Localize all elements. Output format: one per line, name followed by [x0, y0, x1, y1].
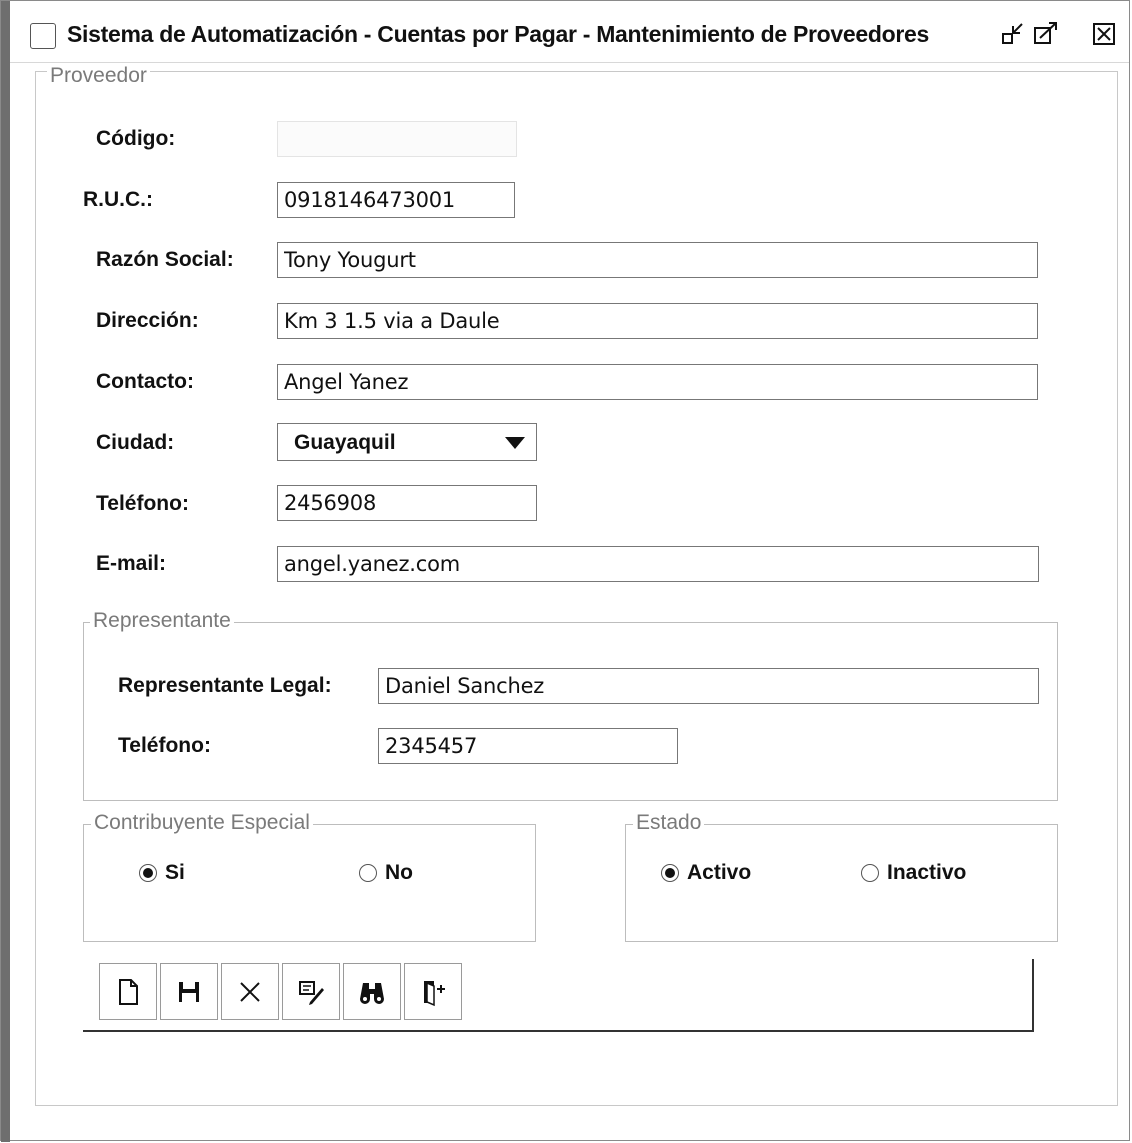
direccion-label: Dirección:	[96, 309, 199, 332]
radio-no[interactable]: No	[359, 861, 413, 885]
contacto-field[interactable]	[277, 364, 1038, 400]
radio-inactivo-label: Inactivo	[887, 861, 967, 884]
radio-activo[interactable]: Activo	[661, 861, 751, 885]
radio-activo-label: Activo	[687, 861, 752, 884]
representante-telefono-label: Teléfono:	[118, 734, 211, 757]
save-icon	[179, 981, 199, 1002]
ruc-field[interactable]	[277, 182, 515, 218]
close-icon[interactable]	[1090, 20, 1118, 48]
search-binoculars-icon	[360, 982, 384, 1004]
ciudad-selected-value: Guayaquil	[294, 431, 396, 454]
codigo-label: Código:	[96, 127, 176, 150]
window-menu-icon[interactable]	[30, 23, 56, 49]
toolbar-frame-right	[1032, 959, 1034, 1031]
save-button[interactable]	[160, 963, 218, 1020]
codigo-field[interactable]	[277, 121, 517, 157]
email-field[interactable]	[277, 546, 1039, 582]
representante-legal-label: Representante Legal:	[118, 674, 332, 697]
telefono-label: Teléfono:	[96, 492, 189, 515]
edit-icon	[299, 980, 324, 1005]
radio-si[interactable]: Si	[139, 861, 185, 885]
representante-telefono-field[interactable]	[378, 728, 678, 764]
radio-no-indicator[interactable]	[359, 864, 377, 882]
toolbar-frame-bottom	[83, 1030, 1034, 1032]
delete-button[interactable]	[221, 963, 279, 1020]
minimize-icon[interactable]	[1000, 20, 1028, 48]
razon-social-label: Razón Social:	[96, 248, 234, 271]
direccion-field[interactable]	[277, 303, 1038, 339]
exit-button[interactable]	[404, 963, 462, 1020]
email-label: E-mail:	[96, 552, 167, 575]
title-bar[interactable]: Sistema de Automatización - Cuentas por …	[10, 4, 1129, 63]
radio-inactivo-indicator[interactable]	[861, 864, 879, 882]
representante-legend: Representante	[90, 609, 234, 633]
proveedor-panel	[35, 71, 1118, 1106]
razon-social-field[interactable]	[277, 242, 1038, 278]
radio-si-label: Si	[165, 861, 185, 884]
window-left-edge	[1, 1, 10, 1142]
contribuyente-legend: Contribuyente Especial	[91, 811, 313, 835]
representante-legal-field[interactable]	[378, 668, 1039, 704]
representante-group	[83, 622, 1058, 801]
ciudad-select[interactable]: Guayaquil	[277, 423, 537, 461]
edit-button[interactable]	[282, 963, 340, 1020]
search-button[interactable]	[343, 963, 401, 1020]
radio-activo-indicator[interactable]	[661, 864, 679, 882]
contacto-label: Contacto:	[96, 370, 194, 393]
new-document-icon	[119, 978, 138, 1005]
ciudad-label: Ciudad:	[96, 431, 175, 454]
telefono-field[interactable]	[277, 485, 537, 521]
chevron-down-icon	[505, 437, 525, 449]
estado-legend: Estado	[633, 811, 705, 835]
radio-inactivo[interactable]: Inactivo	[861, 861, 966, 885]
delete-icon	[240, 981, 260, 1002]
radio-no-label: No	[385, 861, 413, 884]
new-button[interactable]	[99, 963, 157, 1020]
ruc-label: R.U.C.:	[83, 188, 153, 211]
radio-si-indicator[interactable]	[139, 864, 157, 882]
app-window: Sistema de Automatización - Cuentas por …	[0, 0, 1130, 1142]
proveedor-legend: Proveedor	[47, 64, 150, 88]
maximize-icon[interactable]	[1032, 20, 1060, 48]
window-title: Sistema de Automatización - Cuentas por …	[67, 21, 930, 47]
exit-door-icon	[424, 980, 445, 1006]
